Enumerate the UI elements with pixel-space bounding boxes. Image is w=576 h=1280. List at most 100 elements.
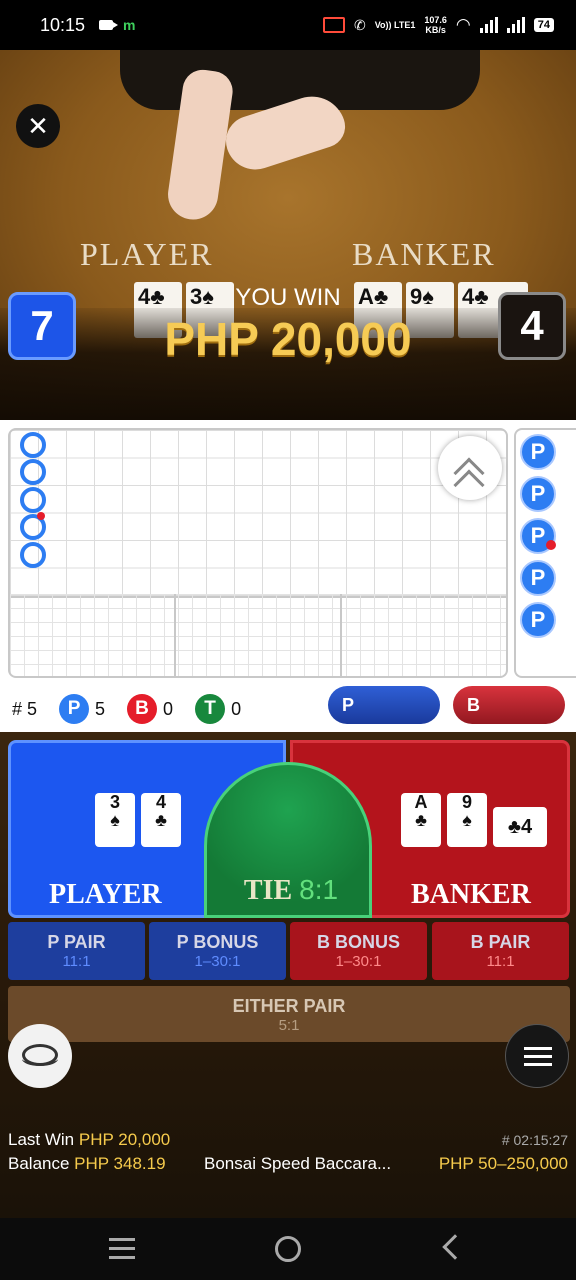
expand-roadmap-icon[interactable] bbox=[438, 436, 502, 501]
banker-badge: B bbox=[127, 694, 158, 724]
bead-road-grid bbox=[8, 428, 508, 598]
player-ball: P bbox=[520, 602, 556, 638]
signal-icon-2 bbox=[506, 17, 525, 33]
side-bet-name: B PAIR bbox=[470, 932, 531, 952]
side-bet-odds: 1–30:1 bbox=[335, 953, 382, 970]
side-bet-name: B BONUS bbox=[316, 932, 400, 952]
chip-stack-icon[interactable] bbox=[8, 1024, 72, 1088]
pair-dot bbox=[546, 540, 556, 550]
table-name[interactable]: Bonsai Speed Baccara... bbox=[204, 1154, 391, 1174]
recent-apps-icon[interactable] bbox=[109, 1238, 135, 1265]
table-player-label: PLAYER bbox=[80, 236, 214, 272]
card-rank: A bbox=[414, 792, 428, 812]
card-suit: ♠ bbox=[462, 810, 472, 830]
wifi-icon: ◠ bbox=[455, 15, 471, 34]
balance-value: PHP 348.19 bbox=[74, 1154, 166, 1173]
either-pair-odds: 5:1 bbox=[278, 1017, 300, 1034]
tie-label-text: TIE bbox=[243, 875, 293, 906]
player-ring bbox=[20, 542, 46, 568]
banker-card-sideways: ♣4 bbox=[493, 807, 547, 847]
card-rank: 9 bbox=[461, 792, 472, 812]
home-icon[interactable] bbox=[275, 1236, 301, 1262]
last-win-row: Last Win PHP 20,000 bbox=[8, 1130, 170, 1150]
cast-icon bbox=[322, 17, 345, 33]
total-rounds-label: # 5 bbox=[12, 698, 38, 719]
player-bet-label: PLAYER bbox=[49, 879, 162, 910]
p-bonus-bet[interactable]: P BONUS 1–30:1 bbox=[149, 922, 286, 980]
balance-row: Balance PHP 348.19 bbox=[8, 1154, 166, 1174]
close-icon[interactable]: ✕ bbox=[16, 104, 60, 148]
round-id: # 02:15:27 bbox=[501, 1132, 568, 1148]
roadmap-panel[interactable]: P P P P P bbox=[0, 420, 576, 686]
battery-icon: 74 bbox=[533, 18, 554, 32]
network-speed-unit: KB/s bbox=[425, 25, 446, 35]
derived-roads-grid bbox=[8, 594, 508, 678]
network-speed: 107.6 KB/s bbox=[424, 15, 447, 35]
banker-bet-label: BANKER bbox=[411, 879, 531, 910]
either-pair-bet[interactable]: EITHER PAIR 5:1 bbox=[8, 986, 570, 1042]
player-card: 4 ♣ bbox=[141, 793, 181, 847]
card-suit: ♣ bbox=[415, 810, 427, 830]
banker-count: 0 bbox=[163, 698, 174, 719]
predict-banker-button[interactable]: B bbox=[453, 686, 565, 724]
either-pair-name: EITHER PAIR bbox=[232, 996, 346, 1016]
grid-divider bbox=[174, 594, 176, 678]
side-bet-odds: 11:1 bbox=[486, 953, 515, 970]
p-pair-bet[interactable]: P PAIR 11:1 bbox=[8, 922, 145, 980]
b-bonus-bet[interactable]: B BONUS 1–30:1 bbox=[290, 922, 427, 980]
card-rank: 3 bbox=[109, 792, 120, 812]
video-icon bbox=[99, 20, 119, 30]
predict-player-button[interactable]: P bbox=[328, 686, 440, 724]
bet-limits[interactable]: PHP 50–250,000 bbox=[439, 1154, 568, 1174]
player-ball: P bbox=[520, 434, 556, 470]
tie-count: 0 bbox=[231, 698, 242, 719]
tie-wins: T 0 bbox=[195, 694, 241, 724]
card-suit: ♣ bbox=[155, 810, 167, 830]
last-win-value: PHP 20,000 bbox=[78, 1130, 171, 1149]
volte-label: Vo)) LTE1 bbox=[374, 20, 416, 30]
player-ring bbox=[20, 459, 46, 485]
side-bet-name: P PAIR bbox=[47, 932, 106, 952]
app-screen: 10:15 m ✆ Vo)) LTE1 107.6 KB/s ◠ 74 ✕ PL… bbox=[0, 0, 576, 1280]
status-bar: 10:15 m ✆ Vo)) LTE1 107.6 KB/s ◠ 74 bbox=[0, 0, 576, 50]
player-badge: P bbox=[59, 694, 90, 724]
app-indicator: m bbox=[123, 17, 136, 33]
banker-hand: A ♣ 9 ♠ ♣4 bbox=[401, 793, 547, 847]
system-nav-bar bbox=[0, 1218, 576, 1280]
side-bet-name: P BONUS bbox=[176, 932, 259, 952]
total-rounds: # 5 bbox=[12, 699, 37, 720]
banker-wins: B 0 bbox=[127, 694, 173, 724]
tie-bet-spot[interactable]: TIE 8:1 bbox=[204, 762, 372, 918]
back-icon[interactable] bbox=[442, 1234, 468, 1260]
player-card: 3 ♠ bbox=[95, 793, 135, 847]
player-ball: P bbox=[520, 476, 556, 512]
signal-icon bbox=[479, 17, 498, 33]
banker-card: A ♣ bbox=[401, 793, 441, 847]
side-bead-road: P P P P P bbox=[514, 428, 576, 678]
player-hand: 3 ♠ 4 ♣ bbox=[95, 793, 181, 847]
card-suit: ♠ bbox=[110, 810, 120, 830]
banker-card: 9 ♠ bbox=[447, 793, 487, 847]
hamburger-menu-icon[interactable] bbox=[505, 1024, 569, 1088]
status-icons: ✆ Vo)) LTE1 107.6 KB/s ◠ 74 bbox=[322, 15, 554, 35]
status-time: 10:15 bbox=[40, 14, 86, 35]
tie-odds: 8:1 bbox=[299, 874, 339, 905]
table-banker-label: BANKER bbox=[352, 236, 496, 272]
pair-dot bbox=[37, 512, 45, 520]
last-win-label: Last Win bbox=[8, 1130, 75, 1149]
side-bet-odds: 1–30:1 bbox=[194, 953, 241, 970]
betting-area: 3 ♠ 4 ♣ PLAYER A ♣ 9 ♠ ♣4 BANKER TIE 8:1 P P… bbox=[0, 732, 576, 1218]
win-text: YOU WIN bbox=[235, 284, 341, 311]
player-ring bbox=[20, 487, 46, 513]
side-bet-odds: 11:1 bbox=[62, 953, 91, 970]
win-amount: PHP 20,000 bbox=[164, 313, 412, 365]
call-icon: ✆ bbox=[353, 16, 366, 33]
player-ball: P bbox=[520, 560, 556, 596]
player-count: 5 bbox=[95, 698, 106, 719]
b-pair-bet[interactable]: B PAIR 11:1 bbox=[432, 922, 569, 980]
tie-badge: T bbox=[195, 694, 226, 724]
player-wins: P 5 bbox=[59, 694, 105, 724]
card-rank: 4 bbox=[155, 792, 166, 812]
grid-divider bbox=[340, 594, 342, 678]
balance-label: Balance bbox=[8, 1154, 70, 1173]
